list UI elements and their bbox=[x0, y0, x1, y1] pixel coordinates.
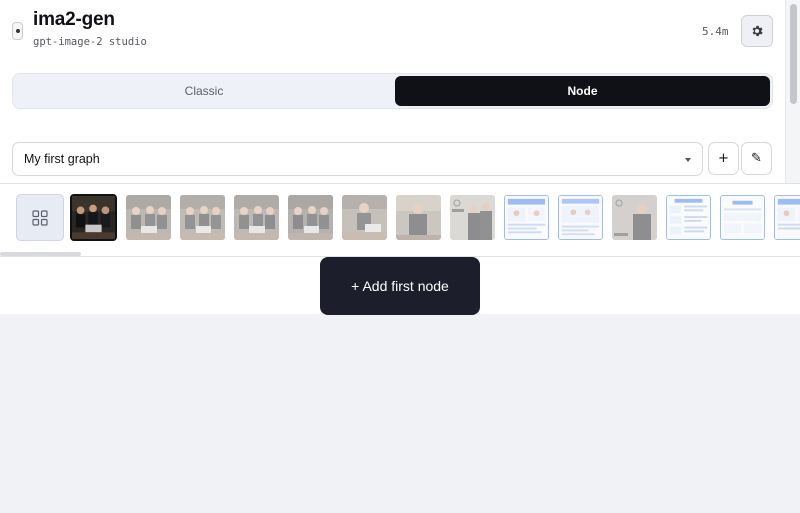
divider bbox=[0, 183, 800, 184]
history-thumbnail[interactable] bbox=[70, 194, 117, 241]
graph-select[interactable]: My first graph bbox=[12, 142, 703, 176]
history-thumbnail[interactable] bbox=[558, 195, 603, 240]
app-subtitle: gpt-image-2 studio bbox=[33, 36, 147, 48]
rename-graph-button[interactable]: ✎ bbox=[741, 142, 772, 175]
add-first-node-button[interactable]: + Add first node bbox=[320, 257, 480, 315]
history-thumbnail[interactable] bbox=[774, 195, 800, 240]
history-thumbnail[interactable] bbox=[234, 195, 279, 240]
chevron-down-icon bbox=[685, 158, 691, 162]
status-dot-icon[interactable] bbox=[12, 22, 23, 40]
history-thumbnail[interactable] bbox=[450, 195, 495, 240]
history-thumbnail[interactable] bbox=[342, 195, 387, 240]
mode-toggle: Classic Node bbox=[12, 73, 773, 109]
tab-classic[interactable]: Classic bbox=[15, 76, 393, 106]
add-graph-button[interactable]: + bbox=[708, 142, 739, 175]
gear-icon bbox=[752, 25, 763, 37]
vertical-scrollbar-thumb[interactable] bbox=[790, 4, 797, 104]
history-thumbnail[interactable] bbox=[612, 195, 657, 240]
history-thumbnail[interactable] bbox=[180, 195, 225, 240]
history-thumbnail[interactable] bbox=[720, 195, 765, 240]
history-thumbnail[interactable] bbox=[666, 195, 711, 240]
app-title: ima2-gen bbox=[33, 9, 115, 30]
tab-node[interactable]: Node bbox=[395, 76, 770, 106]
history-thumbnail[interactable] bbox=[126, 195, 171, 240]
elapsed-time: 5.4m bbox=[702, 25, 729, 38]
history-thumbnail[interactable] bbox=[288, 195, 333, 240]
graph-select-value: My first graph bbox=[24, 152, 100, 166]
history-thumbnail[interactable] bbox=[396, 195, 441, 240]
grid-view-icon bbox=[32, 209, 48, 226]
grid-view-button[interactable] bbox=[16, 194, 64, 241]
settings-button[interactable] bbox=[741, 15, 773, 47]
vertical-scrollbar[interactable] bbox=[785, 0, 800, 184]
history-thumbnail[interactable] bbox=[504, 195, 549, 240]
